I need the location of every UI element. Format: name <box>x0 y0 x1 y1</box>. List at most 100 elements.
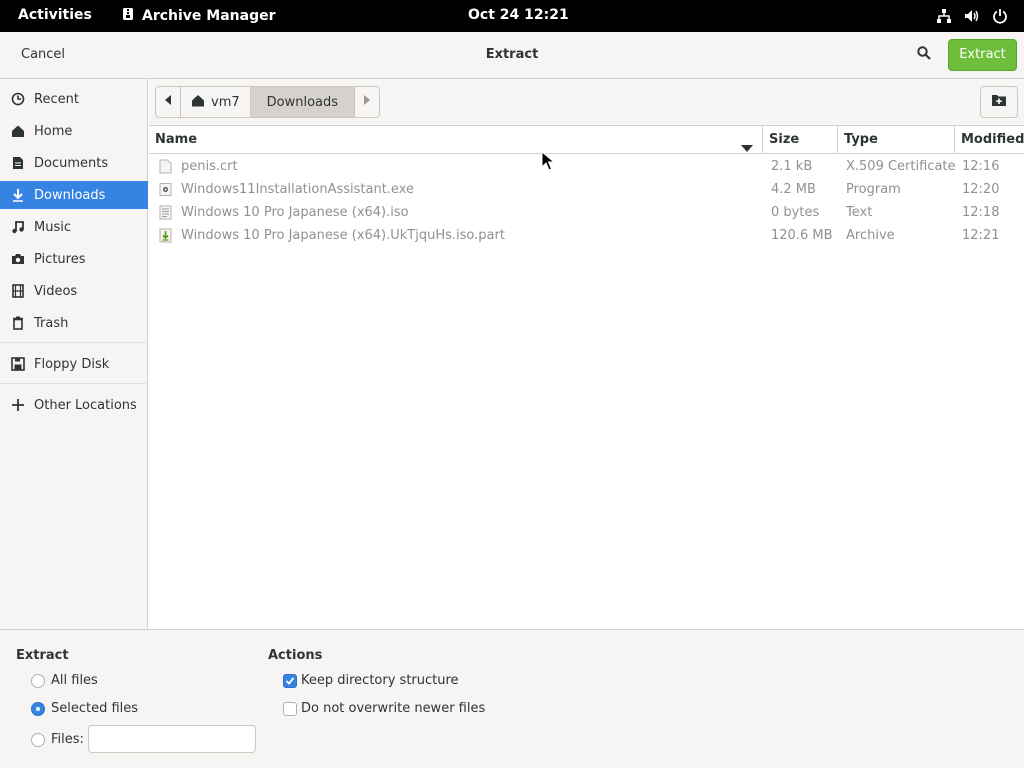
radio-indicator <box>31 673 45 688</box>
sidebar-item-label: Downloads <box>34 187 106 203</box>
selected-files-radio[interactable]: Selected files <box>31 701 138 716</box>
checkbox-unchecked <box>283 701 297 716</box>
sidebar-item-label: Other Locations <box>34 397 137 413</box>
sidebar-item-label: Floppy Disk <box>34 356 110 372</box>
clock[interactable]: Oct 24 12:21 <box>468 7 569 23</box>
extract-section-title: Extract <box>16 648 69 663</box>
search-icon <box>917 46 931 64</box>
no-overwrite-checkbox[interactable]: Do not overwrite newer files <box>283 701 485 716</box>
search-button[interactable] <box>908 40 940 70</box>
file-size: 0 bytes <box>771 205 820 220</box>
sidebar-item-label: Recent <box>34 91 79 107</box>
breadcrumb-home[interactable]: vm7 <box>181 87 251 117</box>
table-row[interactable]: Windows 10 Pro Japanese (x64).UkTjquHs.i… <box>149 224 1024 247</box>
file-name: Windows11InstallationAssistant.exe <box>181 182 414 197</box>
volume-icon <box>964 8 980 28</box>
download-icon <box>10 187 26 203</box>
sidebar-item-label: Music <box>34 219 71 235</box>
file-type: Archive <box>846 228 895 243</box>
column-modified[interactable]: Modified <box>955 126 1024 154</box>
trash-icon <box>10 315 26 331</box>
document-icon <box>10 155 26 171</box>
places-sidebar: Recent Home Documents Downloads Music Pi… <box>0 79 148 629</box>
file-size: 120.6 MB <box>771 228 833 243</box>
sidebar-item-documents[interactable]: Documents <box>0 149 148 177</box>
film-icon <box>10 283 26 299</box>
radio-indicator <box>31 701 45 716</box>
file-name: Windows 10 Pro Japanese (x64).UkTjquHs.i… <box>181 228 505 243</box>
chevron-left-icon <box>164 94 172 110</box>
music-icon <box>10 219 26 235</box>
plus-icon <box>10 397 26 413</box>
all-files-radio[interactable]: All files <box>31 673 98 688</box>
extract-options-panel: Extract All files Selected files Files: … <box>0 629 1024 768</box>
files-pattern-radio[interactable]: Files: <box>31 732 84 747</box>
dialog-header-bar: Cancel Extract Extract <box>0 32 1024 79</box>
home-icon <box>191 94 205 111</box>
breadcrumb-current[interactable]: Downloads <box>250 87 356 117</box>
actions-section-title: Actions <box>268 648 323 663</box>
column-size[interactable]: Size <box>763 126 838 154</box>
sidebar-item-videos[interactable]: Videos <box>0 277 148 305</box>
table-row[interactable]: Windows 10 Pro Japanese (x64).iso 0 byte… <box>149 201 1024 224</box>
system-top-bar: Activities Archive Manager Oct 24 12:21 <box>0 0 1024 32</box>
new-folder-icon <box>991 93 1007 111</box>
all-files-label: All files <box>51 673 98 688</box>
chevron-right-icon <box>363 94 371 110</box>
floppy-icon <box>10 356 26 372</box>
file-modified: 12:18 <box>962 205 1000 220</box>
files-pattern-input[interactable] <box>88 725 256 753</box>
keep-structure-checkbox[interactable]: Keep directory structure <box>283 673 459 688</box>
table-row[interactable]: penis.crt 2.1 kB X.509 Certificate 12:16 <box>149 155 1024 178</box>
app-name: Archive Manager <box>142 8 276 24</box>
sidebar-item-label: Home <box>34 123 73 139</box>
sidebar-item-home[interactable]: Home <box>0 117 148 145</box>
network-icon <box>936 8 952 28</box>
sidebar-item-other-locations[interactable]: Other Locations <box>0 391 148 419</box>
system-tray[interactable] <box>936 8 1008 28</box>
power-icon <box>992 8 1008 28</box>
path-forward-button[interactable] <box>355 87 379 117</box>
sidebar-item-recent[interactable]: Recent <box>0 85 148 113</box>
table-row[interactable]: Windows11InstallationAssistant.exe 4.2 M… <box>149 178 1024 201</box>
sidebar-item-label: Videos <box>34 283 78 299</box>
sidebar-separator <box>0 383 148 384</box>
new-folder-button[interactable] <box>980 86 1018 118</box>
clock-icon <box>10 91 26 107</box>
text-file-icon <box>159 205 172 220</box>
certificate-file-icon <box>159 159 172 174</box>
extract-button[interactable]: Extract <box>948 39 1017 71</box>
sidebar-item-label: Pictures <box>34 251 86 267</box>
sidebar-item-label: Trash <box>34 315 69 331</box>
file-type: Program <box>846 182 901 197</box>
file-modified: 12:16 <box>962 159 1000 174</box>
radio-indicator <box>31 732 45 747</box>
selected-files-label: Selected files <box>51 701 139 716</box>
executable-file-icon <box>159 182 172 197</box>
file-name: penis.crt <box>181 159 238 174</box>
breadcrumb-home-label: vm7 <box>211 94 240 110</box>
activities-button[interactable]: Activities <box>18 7 92 23</box>
sidebar-item-floppy-disk[interactable]: Floppy Disk <box>0 350 148 378</box>
file-name: Windows 10 Pro Japanese (x64).iso <box>181 205 409 220</box>
file-list-header: Name Size Type Modified <box>149 126 1024 154</box>
sidebar-item-trash[interactable]: Trash <box>0 309 148 337</box>
column-name[interactable]: Name <box>149 126 763 154</box>
file-size: 2.1 kB <box>771 159 813 174</box>
file-modified: 12:20 <box>962 182 1000 197</box>
app-menu[interactable]: Archive Manager <box>122 7 276 25</box>
sidebar-item-pictures[interactable]: Pictures <box>0 245 148 273</box>
path-bar: vm7 Downloads <box>149 79 1024 126</box>
file-size: 4.2 MB <box>771 182 816 197</box>
sidebar-item-label: Documents <box>34 155 109 171</box>
sidebar-item-downloads[interactable]: Downloads <box>0 181 148 209</box>
camera-icon <box>10 251 26 267</box>
path-back-button[interactable] <box>156 87 181 117</box>
keep-structure-label: Keep directory structure <box>301 673 459 688</box>
cancel-button[interactable]: Cancel <box>10 40 76 70</box>
column-type[interactable]: Type <box>838 126 955 154</box>
file-modified: 12:21 <box>962 228 1000 243</box>
home-icon <box>10 123 26 139</box>
checkbox-checked <box>283 673 297 688</box>
sidebar-item-music[interactable]: Music <box>0 213 148 241</box>
